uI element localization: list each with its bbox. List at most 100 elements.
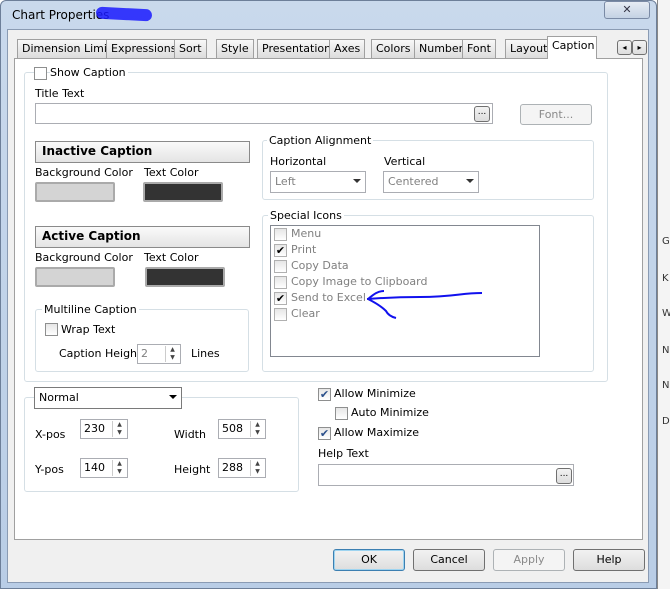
background-window (657, 0, 670, 589)
inactive-text-color-label: Text Color (144, 166, 199, 179)
help-text-label: Help Text (318, 447, 369, 460)
caption-height-label: Caption Height (59, 347, 142, 360)
height-value: 288 (222, 461, 243, 474)
title-text-browse-button[interactable]: ... (474, 106, 490, 122)
special-icon-checkbox[interactable]: ✔ (274, 292, 287, 305)
height-label: Height (174, 463, 211, 476)
caption-alignment-label: Caption Alignment (267, 134, 374, 147)
special-icons-label: Special Icons (268, 209, 344, 222)
inactive-bg-color-label: Background Color (35, 166, 133, 179)
horizontal-alignment-select[interactable]: Left (270, 171, 366, 193)
annotation-arrow (366, 290, 483, 319)
close-button[interactable]: ✕ (604, 1, 650, 19)
show-caption-label: Show Caption (50, 66, 128, 79)
tab-presentation[interactable]: Presentation (257, 39, 337, 58)
show-caption-checkbox[interactable] (34, 67, 47, 80)
caption-height-spinner[interactable]: 2 ▲ ▼ (137, 344, 181, 364)
chevron-down-icon (466, 179, 474, 183)
tab-font[interactable]: Font (462, 39, 496, 58)
bg-letter: K (662, 273, 669, 284)
active-text-color-swatch[interactable] (145, 267, 225, 287)
bg-letter: D (662, 416, 670, 427)
spinner-arrows-icon[interactable]: ▲ ▼ (112, 460, 126, 476)
special-icon-label: Copy Image to Clipboard (291, 275, 428, 288)
vertical-label: Vertical (384, 155, 426, 168)
height-spinner[interactable]: 288 ▲ ▼ (218, 458, 266, 478)
cancel-button[interactable]: Cancel (413, 549, 485, 571)
wrap-text-label: Wrap Text (61, 323, 116, 336)
bg-letter: N (662, 380, 670, 391)
spinner-arrows-icon[interactable]: ▲ ▼ (165, 346, 179, 362)
auto-minimize-label: Auto Minimize (351, 406, 429, 419)
special-icon-label: Print (291, 243, 317, 256)
ypos-label: Y-pos (35, 463, 64, 476)
special-icon-checkbox[interactable] (274, 308, 287, 321)
title-text-label: Title Text (35, 87, 85, 100)
multiline-caption-label: Multiline Caption (42, 303, 139, 316)
tab-expressions[interactable]: Expressions (106, 39, 182, 58)
caption-height-value: 2 (141, 347, 148, 360)
spinner-arrows-icon[interactable]: ▲ ▼ (112, 421, 126, 437)
active-text-color-label: Text Color (144, 251, 199, 264)
help-text-input[interactable] (318, 464, 574, 486)
allow-minimize-checkbox[interactable]: ✔ (318, 388, 331, 401)
horizontal-label: Horizontal (270, 155, 327, 168)
bg-letter: W (662, 308, 670, 319)
tab-style[interactable]: Style (216, 39, 254, 58)
active-bg-color-swatch[interactable] (35, 267, 115, 287)
width-spinner[interactable]: 508 ▲ ▼ (218, 419, 266, 439)
title-text-input[interactable] (35, 103, 493, 124)
auto-minimize-checkbox[interactable] (335, 407, 348, 420)
tab-number[interactable]: Number (414, 39, 469, 58)
help-text-browse-button[interactable]: ... (556, 468, 572, 484)
ypos-spinner[interactable]: 140 ▲ ▼ (80, 458, 128, 478)
tab-scroll-right[interactable]: ▸ (632, 40, 647, 55)
width-value: 508 (222, 422, 243, 435)
active-bg-color-label: Background Color (35, 251, 133, 264)
inactive-caption-header: Inactive Caption (35, 141, 250, 163)
bg-letter: G (662, 236, 670, 247)
tab-scroll-left[interactable]: ◂ (617, 40, 632, 55)
xpos-spinner[interactable]: 230 ▲ ▼ (80, 419, 128, 439)
xpos-label: X-pos (35, 428, 66, 441)
allow-minimize-label: Allow Minimize (334, 387, 416, 400)
allow-maximize-checkbox[interactable]: ✔ (318, 427, 331, 440)
special-icon-label: Clear (291, 307, 320, 320)
spinner-arrows-icon[interactable]: ▲ ▼ (250, 460, 264, 476)
special-icon-checkbox[interactable] (274, 260, 287, 273)
tab-colors[interactable]: Colors (371, 39, 416, 58)
help-button[interactable]: Help (573, 549, 645, 571)
ok-button[interactable]: OK (333, 549, 405, 571)
tab-layout[interactable]: Layout (505, 39, 553, 58)
vertical-value: Centered (388, 175, 439, 188)
allow-maximize-label: Allow Maximize (334, 426, 419, 439)
window-mode-value: Normal (39, 391, 79, 404)
special-icon-label: Send to Excel (291, 291, 366, 304)
horizontal-value: Left (275, 175, 296, 188)
dialog-title: Chart Properties (12, 8, 110, 22)
tab-sort[interactable]: Sort (174, 39, 207, 58)
special-icon-label: Menu (291, 227, 322, 240)
special-icon-checkbox[interactable]: ✔ (274, 244, 287, 257)
chevron-down-icon (169, 395, 177, 399)
tab-caption[interactable]: Caption (547, 36, 597, 59)
ypos-value: 140 (84, 461, 105, 474)
wrap-text-checkbox[interactable] (45, 323, 58, 336)
bg-letter: N (662, 345, 670, 356)
special-icon-checkbox[interactable] (274, 228, 287, 241)
font-button[interactable]: Font... (520, 104, 592, 125)
special-icon-label: Copy Data (291, 259, 349, 272)
inactive-text-color-swatch[interactable] (143, 182, 223, 202)
inactive-bg-color-swatch[interactable] (35, 182, 115, 202)
apply-button[interactable]: Apply (493, 549, 565, 571)
lines-label: Lines (191, 347, 220, 360)
tab-axes[interactable]: Axes (329, 39, 366, 58)
active-caption-header: Active Caption (35, 226, 250, 248)
width-label: Width (174, 428, 206, 441)
xpos-value: 230 (84, 422, 105, 435)
window-mode-select[interactable]: Normal (34, 387, 182, 409)
chevron-down-icon (353, 179, 361, 183)
special-icon-checkbox[interactable] (274, 276, 287, 289)
vertical-alignment-select[interactable]: Centered (383, 171, 479, 193)
spinner-arrows-icon[interactable]: ▲ ▼ (250, 421, 264, 437)
